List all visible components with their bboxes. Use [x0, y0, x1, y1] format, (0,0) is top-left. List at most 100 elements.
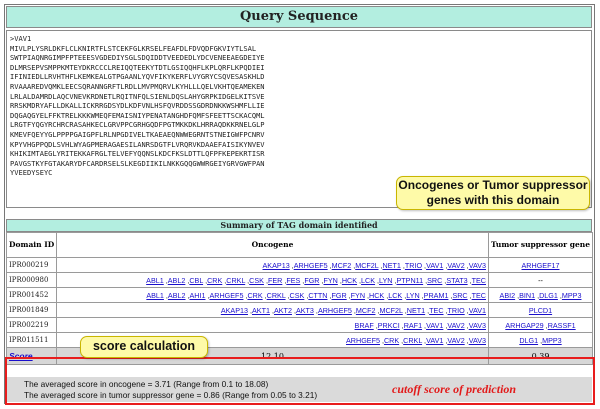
header-domain-id: Domain ID [6, 232, 57, 258]
cutoff-label: cutoff score of prediction [392, 382, 517, 396]
gene-link[interactable]: AKAP13 [221, 306, 248, 315]
gene-link[interactable]: SRC [452, 291, 467, 300]
gene-link[interactable]: VAV2 [447, 261, 464, 270]
gene-link[interactable]: VAV1 [426, 261, 443, 270]
header-oncogene: Oncogene [56, 232, 489, 258]
gene-link[interactable]: FER [268, 276, 282, 285]
cutoff-highlight-box [5, 357, 595, 405]
gene-link[interactable]: CTTN [308, 291, 327, 300]
gene-link[interactable]: DLG1 [519, 336, 538, 345]
gene-link[interactable]: CRK [247, 291, 262, 300]
gene-link[interactable]: TEC [472, 291, 486, 300]
domain-id-cell: IPR002219 [6, 317, 57, 333]
gene-link[interactable]: TEC [472, 276, 486, 285]
table-row: IPR000980 ABL1 ,ABL2 ,CBL ,CRK ,CRKL ,CSK… [6, 272, 593, 288]
gene-link[interactable]: MCF2L [355, 261, 378, 270]
gene-link[interactable]: FGR [332, 291, 347, 300]
gene-link[interactable]: SRC [427, 276, 442, 285]
tumor-suppressor-cell: ABI2 ,BIN1 ,DLG1 ,MPP3 [488, 287, 593, 303]
table-header-row: Domain ID Oncogene Tumor suppressor gene [6, 232, 593, 258]
gene-link[interactable]: CRKL [267, 291, 286, 300]
gene-link[interactable]: MCF2 [356, 306, 376, 315]
gene-link[interactable]: ARHGEF17 [522, 261, 560, 270]
oncogene-cell: AKAP13 ,ARHGEF5 ,MCF2 ,MCF2L ,NET1 ,TRIO… [56, 257, 489, 273]
gene-link[interactable]: MCF2 [332, 261, 352, 270]
gene-link[interactable]: ARHGAP29 [505, 321, 543, 330]
gene-link[interactable]: AKT1 [252, 306, 270, 315]
oncogenes-callout: Oncogenes or Tumor suppressor genes with… [396, 176, 590, 210]
gene-link[interactable]: LCK [361, 276, 375, 285]
gene-link[interactable]: ARHGEF5 [294, 261, 328, 270]
gene-link[interactable]: PTPN11 [396, 276, 423, 285]
gene-link[interactable]: HCK [369, 291, 384, 300]
gene-link[interactable]: TRIO [448, 306, 465, 315]
gene-link[interactable]: CRK [207, 276, 222, 285]
gene-link[interactable]: ABI2 [500, 291, 516, 300]
gene-link[interactable]: PRAM1 [424, 291, 449, 300]
domain-id-cell: IPR000219 [6, 257, 57, 273]
gene-link[interactable]: TRIO [405, 261, 422, 270]
gene-link[interactable]: CSK [249, 276, 264, 285]
domain-id-cell: IPR000980 [6, 272, 57, 288]
domain-id-cell: IPR011511 [6, 332, 57, 348]
gene-link[interactable]: PLCD1 [529, 306, 552, 315]
gene-link[interactable]: TEC [429, 306, 443, 315]
gene-link[interactable]: NET1 [383, 261, 401, 270]
empty-value: -- [538, 275, 543, 285]
gene-link[interactable]: FYN [323, 276, 337, 285]
gene-link[interactable]: STAT3 [446, 276, 467, 285]
oncogenes-callout-line2: genes with this domain [426, 193, 560, 207]
gene-link[interactable]: ARHGEF5 [346, 336, 380, 345]
gene-link[interactable]: FGR [304, 276, 319, 285]
gene-link[interactable]: MPP3 [542, 336, 562, 345]
gene-link[interactable]: VAV1 [426, 321, 443, 330]
gene-link[interactable]: CBL [189, 276, 203, 285]
gene-link[interactable]: ARHGEF5 [318, 306, 352, 315]
gene-link[interactable]: HCK [342, 276, 357, 285]
gene-link[interactable]: VAV3 [469, 321, 486, 330]
gene-link[interactable]: MCF2L [379, 306, 402, 315]
gene-link[interactable]: VAV3 [469, 261, 486, 270]
gene-link[interactable]: RAF1 [404, 321, 422, 330]
gene-link[interactable]: ABL2 [168, 276, 186, 285]
gene-link[interactable]: CRKL [226, 276, 245, 285]
gene-link[interactable]: FES [286, 276, 300, 285]
table-row: IPR001849 AKAP13 ,AKT1 ,AKT2 ,AKT3 ,ARHGE… [6, 302, 593, 318]
gene-link[interactable]: ABL2 [168, 291, 186, 300]
gene-link[interactable]: CSK [290, 291, 305, 300]
gene-link[interactable]: PRKCI [378, 321, 400, 330]
gene-link[interactable]: NET1 [407, 306, 425, 315]
tumor-suppressor-cell: -- [488, 272, 593, 288]
gene-link[interactable]: MPP3 [562, 291, 582, 300]
gene-link[interactable]: AHI1 [190, 291, 206, 300]
gene-link[interactable]: BIN1 [519, 291, 535, 300]
header-tumor-suppressor: Tumor suppressor gene [488, 232, 593, 258]
oncogene-cell: ABL1 ,ABL2 ,CBL ,CRK ,CRKL ,CSK ,FER ,FE… [56, 272, 489, 288]
gene-link[interactable]: AKT3 [296, 306, 314, 315]
gene-link[interactable]: VAV2 [447, 336, 464, 345]
query-sequence-title: Query Sequence [6, 6, 592, 28]
gene-link[interactable]: DLG1 [539, 291, 558, 300]
gene-link[interactable]: RASSF1 [548, 321, 576, 330]
gene-link[interactable]: ABL1 [146, 276, 164, 285]
table-row: IPR000219 AKAP13 ,ARHGEF5 ,MCF2 ,MCF2L ,N… [6, 257, 593, 273]
gene-link[interactable]: VAV3 [469, 336, 486, 345]
gene-link[interactable]: CRKL [403, 336, 422, 345]
gene-link[interactable]: LYN [379, 276, 392, 285]
gene-link[interactable]: LYN [406, 291, 419, 300]
summary-title: Summary of TAG domain identified [6, 219, 592, 232]
gene-link[interactable]: ABL1 [146, 291, 164, 300]
gene-link[interactable]: VAV1 [469, 306, 486, 315]
gene-link[interactable]: VAV2 [447, 321, 464, 330]
gene-link[interactable]: LCK [388, 291, 402, 300]
gene-link[interactable]: FYN [351, 291, 365, 300]
gene-link[interactable]: VAV1 [426, 336, 443, 345]
gene-link[interactable]: AKAP13 [263, 261, 290, 270]
query-sequence-text: >VAV1 MIVLPLYSRLDKFLCLKNIRTFLSTCEKFGLKRS… [10, 34, 265, 178]
gene-link[interactable]: CRK [384, 336, 399, 345]
oncogene-cell: ABL1 ,ABL2 ,AHI1 ,ARHGEF5 ,CRK ,CRKL ,CS… [56, 287, 489, 303]
gene-link[interactable]: AKT2 [274, 306, 292, 315]
gene-link[interactable]: ARHGEF5 [210, 291, 244, 300]
table-row: IPR002219 BRAF ,PRKCI ,RAF1 ,VAV1 ,VAV2 ,… [6, 317, 593, 333]
gene-link[interactable]: BRAF [355, 321, 374, 330]
